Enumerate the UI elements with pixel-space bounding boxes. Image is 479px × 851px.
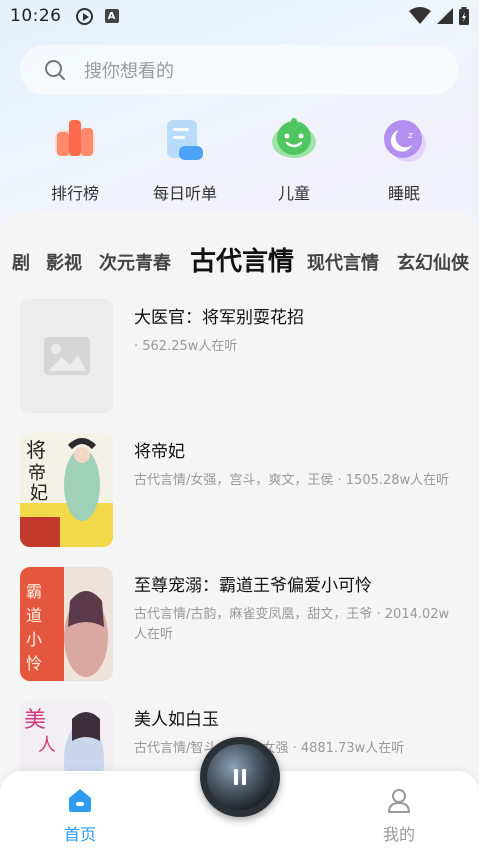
wifi-icon: [409, 7, 431, 24]
svg-text:美: 美: [24, 708, 46, 733]
svg-text:道: 道: [26, 606, 42, 625]
book-title: 大医官：将军别耍花招: [134, 308, 304, 328]
book-cover: 霸 道 小 怜: [20, 567, 113, 681]
nav-mine[interactable]: 我的: [359, 787, 439, 845]
notification-a-icon: A: [104, 9, 119, 23]
quick-link-sleep[interactable]: z 睡眠: [359, 112, 449, 204]
search-icon: [45, 60, 65, 80]
nav-home-label: 首页: [63, 825, 96, 844]
quick-links: 排行榜 每日听单 儿童 z 睡眠: [0, 112, 479, 204]
kids-icon: [272, 118, 316, 158]
tab-category-active[interactable]: 古代言情: [190, 241, 294, 278]
book-cover-art: 将 帝 妃: [20, 433, 113, 547]
quick-link-label: 儿童: [277, 184, 310, 203]
book-cover: 将 帝 妃: [20, 433, 113, 547]
tab-category[interactable]: 次元青春: [99, 249, 171, 275]
content-panel: 剧 影视 次元青春 古代言情 现代言情 玄幻仙侠 大医官：将军别耍花招 · 56…: [0, 211, 479, 771]
svg-text:小: 小: [26, 630, 42, 649]
quick-link-ranking[interactable]: 排行榜: [30, 112, 120, 204]
quick-link-label: 每日听单: [152, 184, 217, 203]
book-meta: 古代言情/女强，宫斗，爽文，王侯 · 1505.28w人在听: [134, 473, 450, 488]
player-cover: [207, 744, 273, 810]
book-meta: · 562.25w人在听: [134, 339, 238, 354]
pause-icon[interactable]: [230, 767, 250, 787]
book-cover: 美 人: [20, 701, 113, 771]
quick-link-daily-list[interactable]: 每日听单: [140, 112, 230, 204]
user-icon: [387, 789, 411, 813]
mini-player[interactable]: [200, 737, 280, 817]
daily-list-icon: [167, 120, 203, 160]
svg-text:妃: 妃: [30, 483, 48, 504]
svg-text:将: 将: [26, 438, 46, 462]
status-time: 10:26: [10, 6, 62, 26]
svg-text:帝: 帝: [28, 463, 46, 484]
ranking-icon: [55, 120, 95, 156]
quick-link-kids[interactable]: 儿童: [249, 112, 339, 204]
tab-category[interactable]: 玄幻仙侠: [397, 249, 469, 275]
book-title: 美人如白玉: [134, 710, 219, 730]
quick-link-label: 排行榜: [50, 184, 99, 203]
book-title: 将帝妃: [134, 442, 185, 462]
book-cover-art: 霸 道 小 怜: [20, 567, 113, 681]
book-title: 至尊宠溺：霸道王爷偏爱小可怜: [134, 576, 372, 596]
book-cover: [20, 299, 113, 413]
tab-category[interactable]: 现代言情: [307, 249, 379, 275]
home-icon: [69, 789, 91, 812]
book-item[interactable]: 霸 道 小 怜 至尊宠溺：霸道王爷偏爱小可怜 古代言情/古韵，麻雀变凤凰，甜文，…: [0, 567, 479, 687]
category-tabs: 剧 影视 次元青春 古代言情 现代言情 玄幻仙侠: [0, 241, 479, 281]
tab-category[interactable]: 影视: [46, 249, 82, 275]
search-bar[interactable]: 搜你想看的: [20, 45, 458, 95]
battery-icon: [459, 7, 469, 25]
nav-mine-label: 我的: [382, 825, 415, 844]
media-playing-icon: [75, 7, 93, 25]
svg-text:z: z: [408, 131, 413, 141]
book-cover-art: 美 人: [20, 701, 113, 771]
book-item[interactable]: 大医官：将军别耍花招 · 562.25w人在听: [0, 299, 479, 419]
tab-category[interactable]: 剧: [12, 249, 30, 275]
sleep-icon: z: [384, 120, 426, 162]
svg-text:霸: 霸: [26, 582, 42, 601]
svg-text:怜: 怜: [26, 654, 42, 673]
svg-text:人: 人: [38, 735, 56, 756]
book-meta: 古代言情/古韵，麻雀变凤凰，甜文，王爷 · 2014.02w人在听: [134, 607, 450, 642]
nav-home[interactable]: 首页: [40, 787, 120, 845]
quick-link-label: 睡眠: [387, 184, 420, 203]
signal-icon: [437, 8, 453, 24]
book-meta: 古代言情/智斗 · · · 身 女强 · 4881.73w人在听: [134, 741, 405, 756]
book-item[interactable]: 将 帝 妃 将帝妃 古代言情/女强，宫斗，爽文，王侯 · 1505.28w人在听: [0, 433, 479, 553]
image-placeholder-icon: [44, 337, 90, 375]
status-bar: 10:26 A: [0, 0, 479, 32]
search-placeholder: 搜你想看的: [84, 61, 174, 82]
